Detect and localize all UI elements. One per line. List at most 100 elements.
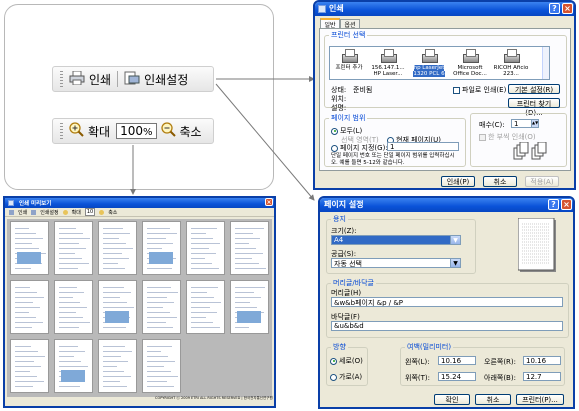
left-margin-input[interactable]: 10.16 — [438, 356, 476, 365]
tab-options[interactable]: 옵션 — [340, 19, 360, 29]
radio-icon — [331, 127, 338, 135]
right-margin-input[interactable]: 10.16 — [523, 356, 561, 365]
preview-page-thumbnail[interactable] — [10, 221, 49, 275]
preview-zoom-in-button[interactable]: 확대 — [72, 209, 81, 216]
range-pages-input[interactable]: 1 — [387, 142, 459, 151]
preview-setup-button[interactable]: 인쇄설정 — [40, 209, 58, 216]
ok-button[interactable]: 확인 — [434, 394, 470, 405]
top-margin-input[interactable]: 15.24 — [438, 372, 476, 381]
close-icon[interactable]: × — [562, 3, 573, 14]
source-select[interactable]: 자동 선택 ▼ — [331, 258, 461, 268]
paper-group: 용지 크기(Z): A4 ▼ 공급(S): 자동 선택 ▼ — [326, 214, 476, 274]
chevron-down-icon[interactable]: ▼ — [450, 236, 460, 244]
preview-zoom-input[interactable]: 10 — [84, 208, 96, 216]
preview-footer: COPYRIGHT ⓒ 2009 ETRI ALL RIGHTS RESERVE… — [155, 396, 273, 400]
printer-list[interactable]: 프린터 추가 156.147.1... HP Laser... hp Laser… — [329, 46, 550, 80]
radio-icon — [331, 144, 338, 152]
add-printer-item[interactable]: 프린터 추가 — [331, 49, 367, 71]
print-button[interactable]: 인쇄(P) — [441, 176, 475, 187]
find-printer-button[interactable]: 프린터 찾기(D)... — [508, 98, 560, 117]
printer-list-scrollbar[interactable] — [542, 47, 549, 79]
help-icon[interactable]: ? — [549, 3, 560, 14]
margins-group: 여백(밀리미터) 왼쪽(L): 10.16 오른쪽(R): 10.16 위쪽(T… — [400, 342, 565, 386]
preview-page-thumbnail[interactable] — [98, 339, 137, 393]
left-margin-label: 왼쪽(L): — [405, 358, 430, 366]
print-dialog-title: 인쇄 — [329, 4, 344, 13]
preview-page-thumbnail[interactable] — [98, 280, 137, 334]
preview-page-thumbnail[interactable] — [142, 221, 181, 275]
preview-title-bar: 인쇄 미리보기 × — [5, 198, 274, 208]
chevron-down-icon[interactable]: ▼ — [450, 259, 460, 267]
range-pages-radio[interactable]: 페이지 지정(G): — [331, 143, 388, 153]
window-icon — [8, 200, 14, 206]
copies-input[interactable]: 1 ▲▼ — [511, 119, 539, 128]
preview-page-thumbnail[interactable] — [54, 221, 93, 275]
preview-page-thumbnail[interactable] — [230, 280, 269, 334]
preview-zoom-out-button[interactable]: 축소 — [108, 209, 117, 216]
portrait-radio[interactable]: 세로(O) — [330, 356, 363, 366]
status-value: 준비됨 — [353, 86, 373, 94]
copies-label: 매수(C): — [479, 121, 505, 129]
preview-page-thumbnail[interactable] — [142, 339, 181, 393]
window-icon — [318, 5, 326, 13]
preview-page-thumbnail[interactable] — [54, 280, 93, 334]
preview-page-thumbnail[interactable] — [10, 280, 49, 334]
printer-group-label: 프린터 선택 — [331, 31, 366, 39]
preview-page-thumbnail[interactable] — [142, 280, 181, 334]
print-setup-icon — [31, 209, 37, 215]
preview-page-area[interactable] — [7, 219, 272, 397]
page-setup-title: 페이지 설정 — [324, 200, 364, 209]
checkbox-icon — [453, 86, 460, 94]
print-dialog-title-bar: 인쇄 ? × — [315, 2, 574, 16]
print-to-file-checkbox[interactable]: 파일로 인쇄(E) — [453, 85, 506, 95]
preferences-button[interactable]: 기본 설정(R) — [508, 84, 560, 94]
landscape-radio[interactable]: 가로(A) — [330, 372, 362, 382]
spinner-icon[interactable]: ▲▼ — [531, 120, 538, 127]
collate-checkbox[interactable]: 한 부씩 인쇄(O) — [479, 132, 536, 142]
range-hint: 단일 페이지 번호 또는 단일 페이지 범위를 입력하십시오. 예를 들면 5-… — [331, 153, 455, 166]
preview-print-button[interactable]: 인쇄 — [18, 209, 27, 216]
preview-toolbar: 인쇄 인쇄설정 확대 10 축소 — [5, 208, 274, 217]
printer-icon — [421, 49, 438, 63]
apply-button[interactable]: 적용(A) — [525, 176, 559, 187]
preview-page-thumbnail[interactable] — [98, 221, 137, 275]
top-margin-label: 위쪽(T): — [405, 374, 430, 382]
right-margin-label: 오른쪽(R): — [484, 358, 517, 366]
print-preview-window: 인쇄 미리보기 × 인쇄 인쇄설정 확대 10 축소 COPYRIGHT ⓒ 2… — [3, 196, 276, 408]
printer-button[interactable]: 프린터(P)... — [516, 394, 564, 405]
margins-group-label: 여백(밀리미터) — [407, 343, 452, 351]
zoom-in-icon — [62, 209, 68, 215]
header-input[interactable]: &w&b페이지 &p / &P — [331, 297, 563, 307]
radio-icon — [330, 357, 337, 365]
page-range-group: 페이지 범위 모두(L) 선택 영역(T) 현재 페이지(U) 페이지 지정(G… — [324, 113, 466, 167]
preview-page-thumbnail[interactable] — [230, 221, 269, 275]
help-icon[interactable]: ? — [548, 199, 559, 210]
tab-panel: 프린터 선택 프린터 추가 156.147.1... HP Laser... h… — [319, 28, 571, 171]
printer-item[interactable]: Microsoft Office Doc... — [452, 49, 488, 77]
header-footer-group: 머리글/바닥글 머리글(H) &w&b페이지 &p / &P 바닥글(F) &u… — [326, 278, 569, 338]
bottom-margin-input[interactable]: 12.7 — [523, 372, 561, 381]
print-dialog: 인쇄 ? × 일반 옵션 프린터 선택 프린터 추가 156.147.1... … — [313, 0, 576, 190]
tab-general[interactable]: 일반 — [320, 18, 340, 29]
printer-item[interactable]: RICOH Aficio 223... — [493, 49, 529, 77]
preview-page-thumbnail[interactable] — [186, 280, 225, 334]
printer-item-selected[interactable]: hp LaserJet 1320 PCL 6 — [411, 49, 447, 77]
cancel-button[interactable]: 취소 — [483, 176, 517, 187]
orientation-group: 방향 세로(O) 가로(A) — [326, 342, 368, 386]
copies-group: 매수(C): 1 ▲▼ 한 부씩 인쇄(O) — [470, 113, 567, 167]
preview-page-thumbnail[interactable] — [186, 221, 225, 275]
page-setup-dialog: 페이지 설정 ? × 용지 크기(Z): A4 ▼ 공급(S): 자동 선택 ▼ 머… — [318, 196, 575, 409]
preview-page-thumbnail[interactable] — [54, 339, 93, 393]
printer-item[interactable]: 156.147.1... HP Laser... — [370, 49, 406, 77]
printer-icon — [9, 209, 14, 215]
zoom-out-icon — [99, 209, 105, 215]
preview-page-thumbnail[interactable] — [10, 339, 49, 393]
size-select[interactable]: A4 ▼ — [331, 235, 461, 245]
header-footer-group-label: 머리글/바닥글 — [333, 279, 374, 287]
printer-group: 프린터 선택 프린터 추가 156.147.1... HP Laser... h… — [324, 30, 567, 117]
close-icon[interactable]: × — [561, 199, 572, 210]
close-icon[interactable]: × — [265, 198, 273, 206]
radio-icon — [330, 373, 337, 381]
footer-input[interactable]: &u&b&d — [331, 321, 563, 331]
cancel-button[interactable]: 취소 — [475, 394, 511, 405]
